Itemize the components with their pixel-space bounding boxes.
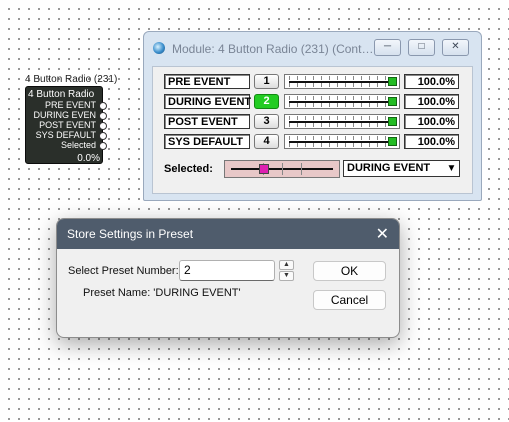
fader-track [289,81,391,83]
block-value: 0.0% [77,153,100,164]
fader-track [289,121,391,123]
block-row-pre-event: PRE EVENT [44,100,96,110]
maximize-button[interactable]: □ [408,39,435,56]
fader-track [289,141,391,143]
store-settings-dialog: Store Settings in Preset ✕ Select Preset… [56,218,400,338]
level-fader[interactable] [284,94,400,109]
fader-ticks [289,103,389,107]
fader-knob[interactable] [388,137,397,146]
level-fader[interactable] [284,74,400,89]
radio-block[interactable]: 4 Button Radio PRE EVENT DURING EVEN POS… [25,86,107,164]
close-icon: ✕ [451,41,460,52]
output-port[interactable] [99,102,107,110]
block-row-sys-default: SYS DEFAULT [35,130,96,140]
spin-up-icon[interactable]: ▲ [279,260,294,270]
fader-ticks [289,136,389,140]
fader-ticks [289,143,389,147]
preset-button-4[interactable]: 4 [254,134,279,149]
close-button[interactable]: ✕ [442,39,469,56]
block-row-selected: Selected [60,140,96,150]
fader-ticks [289,76,389,80]
selected-slider[interactable] [224,160,340,178]
fader-ticks [289,83,389,87]
preset-name-field[interactable]: PRE EVENT [164,74,250,89]
preset-name-field[interactable]: DURING EVENT [164,94,251,109]
fader-ticks [289,116,389,120]
level-value[interactable]: 100.0% [404,94,459,109]
cancel-button[interactable]: Cancel [313,290,386,310]
selected-label: Selected: [164,163,213,175]
module-body: PRE EVENT 1 100.0% DURING EVENT 2 100.0%… [152,66,473,194]
fader-ticks [289,96,389,100]
minimize-icon: ─ [383,41,392,52]
fader-knob[interactable] [388,77,397,86]
module-title: Module: 4 Button Radio (231) (Cont… [172,42,374,56]
level-value[interactable]: 100.0% [404,134,459,149]
close-icon[interactable]: ✕ [376,224,389,244]
fader-track [289,101,391,103]
fader-ticks [289,123,389,127]
preset-number-label: Select Preset Number: [68,265,179,277]
slider-knob[interactable] [259,164,269,174]
fader-knob[interactable] [388,97,397,106]
output-port[interactable] [99,142,107,150]
block-header: 4 Button Radio [28,89,95,100]
block-row-post-event: POST EVENT [39,120,96,130]
level-value[interactable]: 100.0% [404,114,459,129]
maximize-icon: □ [418,41,425,52]
dialog-title: Store Settings in Preset [67,227,194,241]
level-fader[interactable] [284,134,400,149]
slider-tick [301,163,302,175]
output-port[interactable] [99,122,107,130]
block-title: 4 Button Radio (231) [25,74,118,85]
selected-dropdown-value: DURING EVENT [347,162,431,174]
level-value[interactable]: 100.0% [404,74,459,89]
preset-name-text: Preset Name: 'DURING EVENT' [83,287,241,299]
module-window: Module: 4 Button Radio (231) (Cont… ─ □ … [143,31,482,201]
preset-number-input[interactable]: 2 [179,260,275,281]
spin-down-icon[interactable]: ▼ [279,271,294,281]
selected-dropdown[interactable]: DURING EVENT ▼ [343,160,460,177]
output-port[interactable] [99,132,107,140]
preset-name-field[interactable]: POST EVENT [164,114,250,129]
preset-name-field[interactable]: SYS DEFAULT [164,134,250,149]
preset-button-3[interactable]: 3 [254,114,279,129]
preset-button-1[interactable]: 1 [254,74,279,89]
level-fader[interactable] [284,114,400,129]
ok-button[interactable]: OK [313,261,386,281]
output-port[interactable] [99,112,107,120]
preset-button-2[interactable]: 2 [254,94,279,109]
dialog-titlebar: Store Settings in Preset ✕ [57,219,399,249]
block-row-during-event: DURING EVEN [33,110,96,120]
minimize-button[interactable]: ─ [374,39,401,56]
app-icon [153,42,165,54]
fader-knob[interactable] [388,117,397,126]
chevron-down-icon[interactable]: ▼ [445,162,458,175]
slider-tick [282,163,283,175]
